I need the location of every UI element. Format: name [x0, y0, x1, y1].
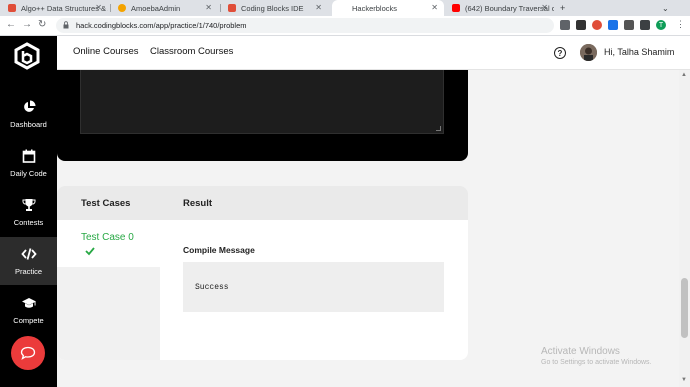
- resize-handle-icon[interactable]: [436, 126, 441, 131]
- extension-icon[interactable]: [608, 20, 618, 30]
- forward-arrow-icon[interactable]: →: [22, 19, 32, 30]
- test-cases-heading: Test Cases: [81, 198, 131, 209]
- compile-message-label: Compile Message: [183, 245, 255, 255]
- browser-tab-4[interactable]: (642) Boundary Traversal of Bi ✕: [446, 0, 554, 16]
- results-panel: Test Cases Result Test Case 0 Compile Me…: [57, 186, 468, 360]
- extensions-puzzle-icon[interactable]: [624, 20, 634, 30]
- close-icon[interactable]: ✕: [431, 3, 438, 12]
- page-scrollbar[interactable]: ▲ ▼: [679, 70, 690, 387]
- tab-title: AmoebaAdmin: [131, 3, 181, 13]
- close-icon[interactable]: ✕: [541, 3, 548, 12]
- sidebar-item-practice[interactable]: Practice: [0, 237, 57, 285]
- browser-tab-strip: Algo++ Data Structures & Al ✕ AmoebaAdmi…: [0, 0, 690, 16]
- lock-icon: [63, 21, 69, 29]
- result-heading: Result: [183, 198, 213, 209]
- graduation-cap-icon: [21, 297, 36, 308]
- user-greeting[interactable]: Hi, Talha Shamim: [604, 47, 674, 57]
- calendar-icon: [22, 149, 35, 163]
- compile-output-box: Success: [183, 262, 444, 312]
- help-icon[interactable]: ?: [554, 47, 566, 59]
- user-photo-icon: [580, 44, 597, 61]
- tab-title: Coding Blocks IDE: [241, 3, 304, 13]
- scrollbar-thumb[interactable]: [681, 278, 688, 338]
- sidepanel-icon[interactable]: [640, 20, 650, 30]
- tab-favicon-icon: [228, 4, 236, 12]
- chat-button[interactable]: [11, 336, 45, 370]
- url-field[interactable]: hack.codingblocks.com/app/practice/1/740…: [56, 18, 554, 33]
- avatar[interactable]: [580, 44, 597, 61]
- test-case-label: Test Case 0: [81, 232, 134, 243]
- reload-icon[interactable]: ↻: [38, 19, 46, 30]
- share-icon[interactable]: [560, 20, 570, 30]
- close-icon[interactable]: ✕: [95, 3, 102, 12]
- window-chevron-icon[interactable]: ⌄: [662, 0, 669, 16]
- online-courses-link[interactable]: Online Courses: [73, 46, 138, 57]
- sidebar-item-label: Daily Code: [10, 168, 47, 178]
- back-arrow-icon[interactable]: ←: [6, 19, 16, 30]
- extension-icon[interactable]: [592, 20, 602, 30]
- address-bar: ← → ↻ hack.codingblocks.com/app/practice…: [0, 16, 690, 36]
- sidebar-item-label: Dashboard: [10, 119, 47, 129]
- browser-tab-3-active[interactable]: Hackerblocks ✕: [332, 0, 444, 16]
- tab-divider: [220, 4, 221, 12]
- sidebar: Dashboard Daily Code Contests Practice C…: [0, 36, 57, 387]
- results-header: Test Cases Result: [57, 186, 468, 220]
- main-content: Test Cases Result Test Case 0 Compile Me…: [57, 70, 679, 387]
- pie-chart-icon: [23, 100, 35, 112]
- close-icon[interactable]: ✕: [205, 3, 212, 12]
- activate-windows-title: Activate Windows: [541, 346, 620, 357]
- tab-divider: [110, 4, 111, 12]
- browser-tab-2[interactable]: Coding Blocks IDE ✕: [222, 0, 328, 16]
- trophy-icon: [21, 198, 36, 211]
- profile-avatar[interactable]: T: [656, 20, 666, 30]
- coding-blocks-logo-icon[interactable]: [14, 42, 40, 70]
- sidebar-item-dashboard[interactable]: Dashboard: [0, 90, 57, 138]
- test-case-list-empty: [57, 267, 160, 360]
- tab-favicon-icon: [8, 4, 16, 12]
- code-input-textarea[interactable]: [80, 70, 444, 134]
- kebab-menu-icon[interactable]: ⋮: [676, 19, 685, 30]
- check-icon: [85, 247, 95, 256]
- compile-output-text: Success: [195, 283, 229, 292]
- sidebar-item-daily-code[interactable]: Daily Code: [0, 139, 57, 187]
- close-icon[interactable]: ✕: [315, 3, 322, 12]
- activate-windows-subtitle: Go to Settings to activate Windows.: [541, 359, 652, 366]
- test-case-item[interactable]: Test Case 0: [57, 220, 160, 267]
- youtube-favicon-icon: [452, 4, 460, 12]
- code-icon: [20, 247, 37, 260]
- chat-bubble-icon: [20, 346, 36, 360]
- top-header: Online Courses Classroom Courses ? Hi, T…: [57, 36, 690, 70]
- url-text: hack.codingblocks.com/app/practice/1/740…: [76, 21, 247, 30]
- extension-icon[interactable]: [576, 20, 586, 30]
- classroom-courses-link[interactable]: Classroom Courses: [150, 46, 233, 57]
- code-editor-panel: [57, 70, 468, 161]
- new-tab-button[interactable]: +: [560, 0, 565, 16]
- sidebar-item-compete[interactable]: Compete: [0, 286, 57, 334]
- scroll-up-icon[interactable]: ▲: [681, 72, 687, 78]
- scroll-down-icon[interactable]: ▼: [681, 377, 687, 383]
- test-case-list: Test Case 0: [57, 220, 160, 360]
- sidebar-item-label: Compete: [13, 315, 44, 325]
- sidebar-item-label: Practice: [14, 266, 43, 276]
- sidebar-item-contests[interactable]: Contests: [0, 188, 57, 236]
- browser-tab-0[interactable]: Algo++ Data Structures & Al ✕: [2, 0, 108, 16]
- tab-favicon-icon: [118, 4, 126, 12]
- tab-title: Hackerblocks: [352, 3, 398, 13]
- browser-tab-1[interactable]: AmoebaAdmin ✕: [112, 0, 218, 16]
- sidebar-item-label: Contests: [13, 217, 44, 227]
